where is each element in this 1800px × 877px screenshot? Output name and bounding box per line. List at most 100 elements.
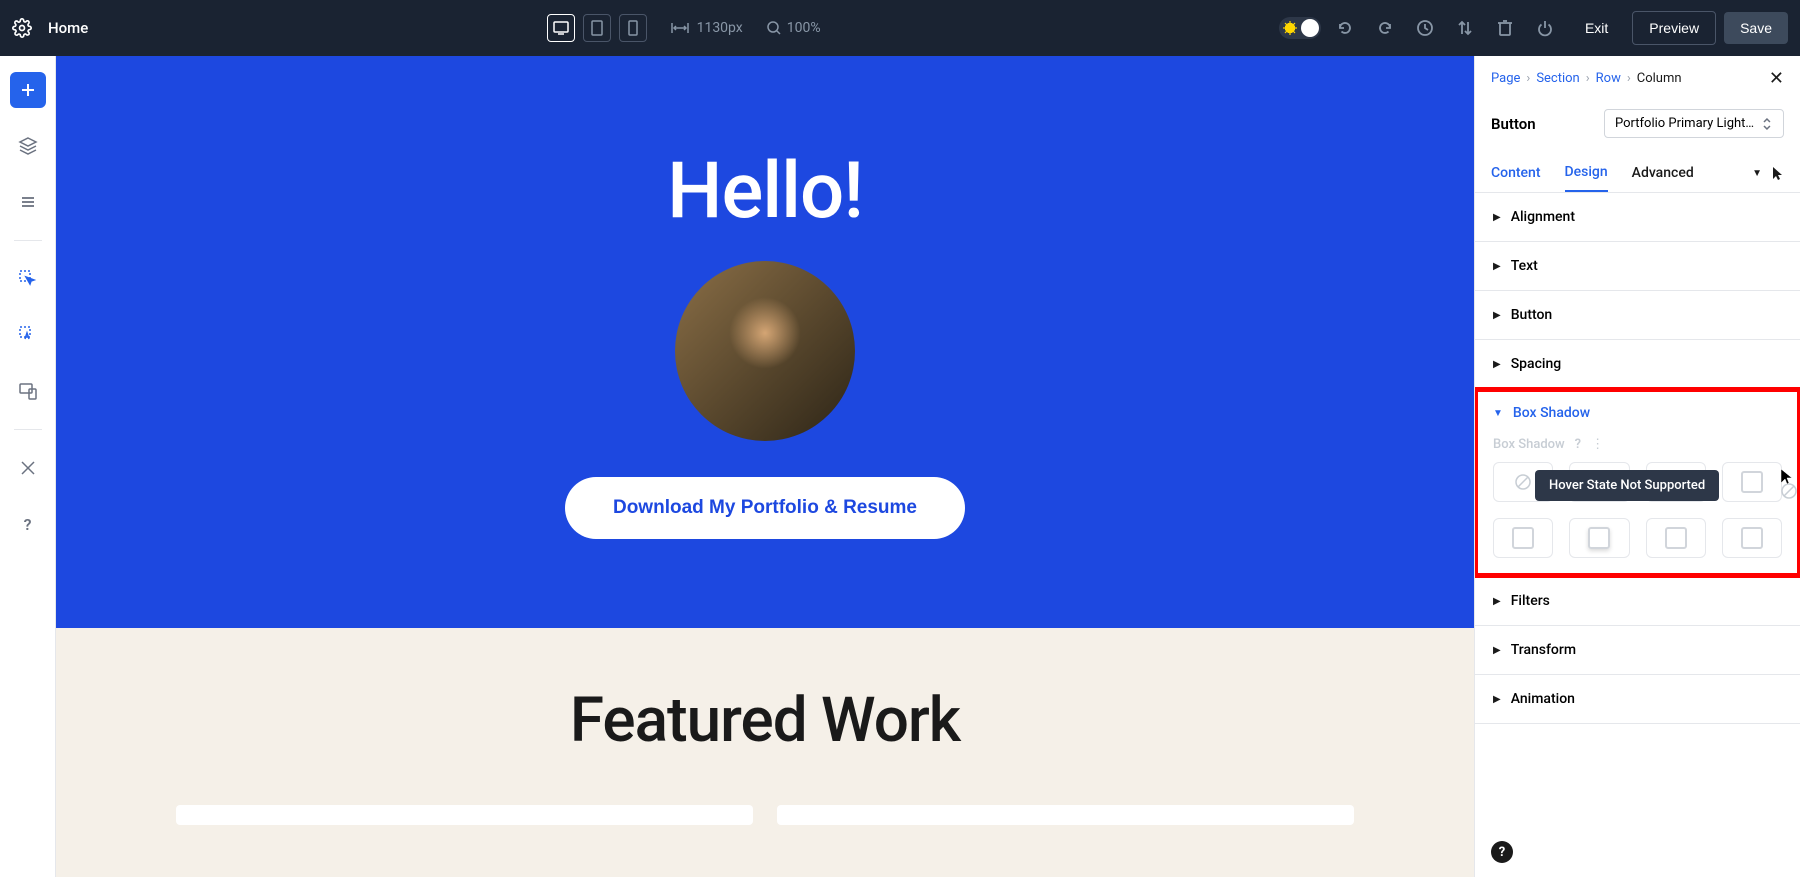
property-label: Box Shadow [1493, 437, 1565, 452]
cursor-icon [1780, 468, 1796, 486]
caret-right-icon: ▶ [1493, 596, 1501, 607]
accordion-label: Animation [1511, 691, 1575, 707]
tab-advanced[interactable]: Advanced [1632, 155, 1694, 191]
shadow-option[interactable] [1493, 518, 1553, 558]
panel-tabs: Content Design Advanced ▼ [1475, 154, 1800, 193]
more-icon[interactable]: ⋮ [1591, 437, 1604, 452]
work-cards-row [56, 805, 1474, 825]
zoom-control[interactable]: 100% [767, 20, 821, 36]
accordion-header[interactable]: ▶ Button [1475, 291, 1800, 339]
canvas-viewport[interactable]: Hello! Download My Portfolio & Resume Fe… [56, 56, 1474, 877]
accordion-header[interactable]: ▶ Text [1475, 242, 1800, 290]
layers-button[interactable] [10, 128, 46, 164]
history-button[interactable] [1409, 12, 1441, 44]
home-label[interactable]: Home [48, 19, 88, 37]
breadcrumb-item[interactable]: Page [1491, 71, 1520, 86]
caret-right-icon: ▶ [1493, 261, 1501, 272]
shadow-option[interactable] [1722, 462, 1782, 502]
caret-right-icon: ▶ [1493, 694, 1501, 705]
main-layout: ? Hello! Download My Portfolio & Resume … [0, 56, 1800, 877]
width-control[interactable]: 1130px [671, 20, 743, 36]
sidebar-divider [14, 429, 42, 430]
breadcrumb-item[interactable]: Row [1596, 71, 1621, 86]
accordion-header[interactable]: ▶Transform [1475, 626, 1800, 674]
accordion-animation: ▶ Animation [1475, 675, 1800, 724]
accordion-label: Button [1511, 307, 1553, 323]
help-button[interactable]: ? [10, 506, 46, 542]
accordion-label: Filters [1511, 593, 1550, 609]
hero-title[interactable]: Hello! [667, 146, 863, 237]
left-sidebar: ? [0, 56, 56, 877]
accordion-label: Spacing [1511, 356, 1562, 372]
shadow-option[interactable] [1646, 518, 1706, 558]
caret-down-icon: ▼ [1493, 408, 1503, 419]
design-accordion: ▶Alignment ▶Text ▶Button ▶Spacing ▼Box S… [1475, 193, 1800, 877]
power-button[interactable] [1529, 12, 1561, 44]
click-mode-button[interactable] [10, 261, 46, 297]
preview-button[interactable]: Preview [1632, 11, 1716, 45]
caret-right-icon: ▶ [1493, 212, 1501, 223]
accordion-header[interactable]: ▼Box Shadow [1475, 389, 1800, 437]
help-icon[interactable]: ? [1575, 437, 1581, 452]
accordion-label: Transform [1511, 642, 1576, 658]
sidebar-divider [14, 240, 42, 241]
accordion-header[interactable]: ▶Alignment [1475, 193, 1800, 241]
device-preview-button[interactable] [10, 373, 46, 409]
device-desktop-button[interactable] [547, 14, 575, 42]
exit-button[interactable]: Exit [1569, 12, 1624, 44]
avatar-image[interactable] [675, 261, 855, 441]
tab-design[interactable]: Design [1565, 154, 1608, 192]
topbar-left: Home [12, 18, 88, 38]
accordion-text: ▶ Text [1475, 242, 1800, 291]
shadow-option[interactable] [1722, 518, 1782, 558]
download-cta-button[interactable]: Download My Portfolio & Resume [565, 477, 965, 539]
accordion-spacing: ▶ Spacing [1475, 340, 1800, 389]
delete-button[interactable] [1489, 12, 1521, 44]
device-mobile-button[interactable] [619, 14, 647, 42]
settings-icon[interactable] [12, 18, 32, 38]
accordion-box-shadow: ▼Box Shadow Box Shadow ? ⋮ [1475, 389, 1800, 577]
accordion-header[interactable]: ▶ Spacing [1475, 340, 1800, 388]
preset-name: Portfolio Primary Light... [1615, 116, 1755, 131]
cursor-icon[interactable] [1772, 166, 1784, 180]
accordion-alignment: ▶Alignment [1475, 193, 1800, 242]
featured-title[interactable]: Featured Work [56, 684, 1474, 757]
redo-button[interactable] [1369, 12, 1401, 44]
undo-button[interactable] [1329, 12, 1361, 44]
device-tablet-button[interactable] [583, 14, 611, 42]
zoom-value: 100% [787, 20, 821, 36]
add-element-button[interactable] [10, 72, 46, 108]
element-type-label: Button [1491, 115, 1536, 133]
breadcrumb-item[interactable]: Section [1536, 71, 1579, 86]
hover-mode-button[interactable] [10, 317, 46, 353]
theme-toggle[interactable] [1279, 17, 1321, 39]
caret-right-icon: ▶ [1493, 310, 1501, 321]
work-card[interactable] [176, 805, 753, 825]
shadow-option[interactable] [1569, 518, 1629, 558]
save-button[interactable]: Save [1724, 12, 1788, 44]
close-panel-button[interactable]: ✕ [1769, 68, 1784, 89]
accordion-button: ▶ Button [1475, 291, 1800, 340]
preset-selector[interactable]: Portfolio Primary Light... [1604, 109, 1784, 138]
caret-right-icon: ▶ [1493, 359, 1501, 370]
box-shadow-presets: Hover State Not Supported [1493, 462, 1782, 558]
tools-button[interactable] [10, 450, 46, 486]
work-card[interactable] [777, 805, 1354, 825]
tab-content[interactable]: Content [1491, 155, 1541, 191]
accordion-header[interactable]: ▶ Filters [1475, 577, 1800, 625]
topbar-center: 1130px 100% [96, 14, 1271, 42]
topbar-right: Exit Preview Save [1279, 11, 1788, 45]
help-fab-button[interactable]: ? [1491, 841, 1513, 863]
hero-section[interactable]: Hello! Download My Portfolio & Resume [56, 56, 1474, 628]
tab-dropdown-icon[interactable]: ▼ [1752, 168, 1762, 179]
breadcrumb-item[interactable]: Column [1637, 71, 1682, 86]
accordion-header[interactable]: ▶ Animation [1475, 675, 1800, 723]
right-panel: Page› Section› Row› Column ✕ Button Port… [1474, 56, 1800, 877]
list-button[interactable] [10, 184, 46, 220]
sort-button[interactable] [1449, 12, 1481, 44]
page-canvas: Hello! Download My Portfolio & Resume Fe… [56, 56, 1474, 877]
box-shadow-label-row: Box Shadow ? ⋮ [1493, 437, 1782, 452]
accordion-label: Text [1511, 258, 1538, 274]
featured-section[interactable]: Featured Work [56, 628, 1474, 877]
accordion-transform: ▶Transform [1475, 626, 1800, 675]
